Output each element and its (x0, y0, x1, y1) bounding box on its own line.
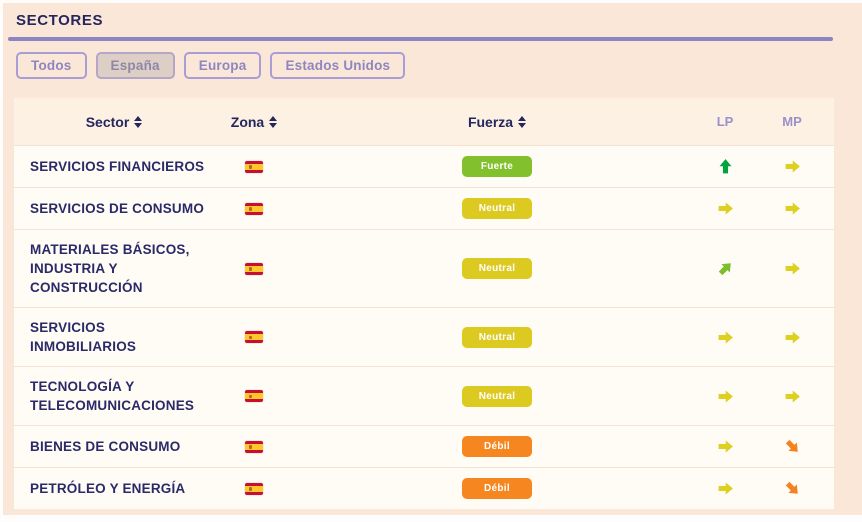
table-header-row: Sector Zona Fuerza LP MP (14, 98, 834, 145)
sectors-panel: SECTORES Todos España Europa Estados Uni… (3, 3, 862, 515)
column-header-fuerza[interactable]: Fuerza (294, 114, 700, 130)
fuerza-badge: Fuerte (462, 156, 532, 177)
mp-trend-arrow-icon (785, 439, 798, 452)
filter-estados-unidos-button[interactable]: Estados Unidos (270, 52, 406, 79)
mp-cell (750, 388, 834, 405)
filter-espana-button[interactable]: España (95, 52, 175, 79)
fuerza-badge: Neutral (462, 198, 532, 219)
mp-trend-arrow-icon (785, 160, 800, 173)
spain-flag-icon (245, 482, 263, 495)
lp-trend-arrow-icon (718, 331, 733, 343)
column-header-mp: MP (750, 114, 834, 129)
page-title: SECTORES (16, 12, 104, 29)
zona-cell (214, 262, 294, 275)
filter-todos-button[interactable]: Todos (16, 52, 87, 79)
lp-cell (700, 329, 750, 346)
mp-trend-arrow-icon (785, 202, 800, 215)
fuerza-cell: Débil (294, 478, 700, 499)
table-row[interactable]: BIENES DE CONSUMO Débil (14, 425, 834, 467)
mp-cell (750, 438, 834, 455)
sector-cell: SERVICIOS FINANCIEROS (30, 159, 205, 174)
fuerza-badge: Neutral (462, 385, 532, 407)
sectors-table: Sector Zona Fuerza LP MP SERVICIOS FINAN… (14, 98, 834, 509)
spain-flag-icon (245, 202, 263, 215)
lp-cell (700, 438, 750, 455)
sector-cell: SERVICIOS DE CONSUMO (30, 201, 205, 216)
sector-cell: MATERIALES BÁSICOS, INDUSTRIA Y CONSTRUC… (30, 242, 190, 295)
fuerza-badge: Neutral (462, 258, 532, 279)
mp-cell (750, 158, 834, 175)
fuerza-badge: Débil (462, 436, 532, 457)
fuerza-cell: Neutral (294, 198, 700, 219)
spain-flag-icon (245, 331, 263, 343)
title-underline (8, 37, 833, 41)
table-row[interactable]: SERVICIOS INMOBILIARIOS Neutral (14, 307, 834, 366)
lp-trend-arrow-icon (718, 482, 733, 495)
table-row[interactable]: MATERIALES BÁSICOS, INDUSTRIA Y CONSTRUC… (14, 229, 834, 307)
spain-flag-icon (245, 440, 263, 453)
zona-cell (214, 390, 294, 402)
column-header-lp-label: LP (716, 114, 734, 129)
mp-cell (750, 260, 834, 277)
lp-cell (700, 260, 750, 277)
mp-trend-arrow-icon (785, 262, 800, 275)
fuerza-badge: Neutral (462, 326, 532, 348)
fuerza-badge: Débil (462, 478, 532, 499)
column-header-zona[interactable]: Zona (214, 114, 294, 130)
mp-trend-arrow-icon (785, 481, 798, 494)
fuerza-cell: Neutral (294, 326, 700, 348)
fuerza-cell: Neutral (294, 258, 700, 279)
lp-cell (700, 158, 750, 175)
spain-flag-icon (245, 160, 263, 173)
zona-cell (214, 331, 294, 343)
lp-trend-arrow-icon (719, 159, 731, 174)
sector-cell: TECNOLOGÍA Y TELECOMUNICACIONES (30, 379, 195, 413)
table-body: SERVICIOS FINANCIEROS Fuerte SERVICIOS D… (14, 145, 834, 509)
sector-cell: BIENES DE CONSUMO (30, 439, 181, 454)
zona-cell (214, 202, 294, 215)
table-row[interactable]: SERVICIOS DE CONSUMO Neutral (14, 187, 834, 229)
mp-cell (750, 480, 834, 497)
sort-icon (269, 115, 278, 128)
sector-cell: PETRÓLEO Y ENERGÍA (30, 481, 186, 496)
table-row[interactable]: TECNOLOGÍA Y TELECOMUNICACIONES Neutral (14, 366, 834, 425)
table-row[interactable]: PETRÓLEO Y ENERGÍA Débil (14, 467, 834, 509)
fuerza-cell: Débil (294, 436, 700, 457)
filter-europa-button[interactable]: Europa (183, 52, 262, 79)
column-header-lp: LP (700, 114, 750, 129)
mp-cell (750, 200, 834, 217)
mp-trend-arrow-icon (785, 331, 800, 343)
mp-trend-arrow-icon (785, 390, 800, 402)
lp-cell (700, 388, 750, 405)
lp-cell (700, 480, 750, 497)
fuerza-cell: Neutral (294, 385, 700, 407)
fuerza-cell: Fuerte (294, 156, 700, 177)
column-header-fuerza-label: Fuerza (467, 113, 514, 130)
lp-trend-arrow-icon (718, 202, 733, 215)
zona-cell (214, 440, 294, 453)
lp-trend-arrow-icon (718, 390, 733, 402)
zone-filter-group: Todos España Europa Estados Unidos (16, 52, 406, 79)
mp-cell (750, 329, 834, 346)
sort-icon (134, 115, 143, 128)
column-header-zona-label: Zona (230, 113, 265, 130)
zona-cell (214, 160, 294, 173)
sort-icon (518, 115, 527, 128)
lp-trend-arrow-icon (718, 440, 733, 453)
lp-cell (700, 200, 750, 217)
spain-flag-icon (245, 262, 263, 275)
table-row[interactable]: SERVICIOS FINANCIEROS Fuerte (14, 145, 834, 187)
zona-cell (214, 482, 294, 495)
column-header-mp-label: MP (782, 114, 802, 129)
column-header-sector-label: Sector (85, 113, 130, 130)
lp-trend-arrow-icon (718, 263, 731, 276)
sector-cell: SERVICIOS INMOBILIARIOS (30, 320, 137, 354)
column-header-sector[interactable]: Sector (14, 114, 214, 130)
spain-flag-icon (245, 390, 263, 402)
